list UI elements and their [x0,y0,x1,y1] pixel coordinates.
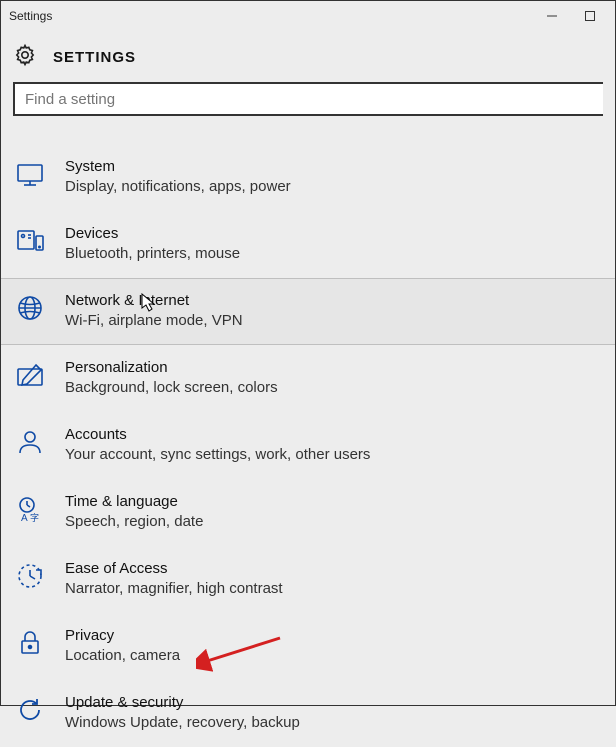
category-ease-of-access[interactable]: Ease of Access Narrator, magnifier, high… [1,546,615,613]
category-time-language[interactable]: A 字 Time & language Speech, region, date [1,479,615,546]
window-controls [533,1,609,31]
category-desc: Location, camera [65,646,603,666]
category-list: System Display, notifications, apps, pow… [1,144,615,747]
category-desc: Your account, sync settings, work, other… [65,445,603,465]
category-title: Accounts [65,425,603,445]
category-update-security[interactable]: Update & security Windows Update, recove… [1,680,615,747]
minimize-icon [547,11,557,21]
category-personalization[interactable]: Personalization Background, lock screen,… [1,345,615,412]
category-title: Devices [65,224,603,244]
settings-gear-icon [13,43,39,72]
search-box[interactable] [13,82,603,116]
devices-icon [15,226,45,256]
category-privacy[interactable]: Privacy Location, camera [1,613,615,680]
window-title: Settings [7,9,533,23]
system-icon [15,159,45,189]
category-system[interactable]: System Display, notifications, apps, pow… [1,144,615,211]
category-desc: Display, notifications, apps, power [65,177,603,197]
ease-of-access-icon [15,561,45,591]
category-title: Time & language [65,492,603,512]
category-desc: Background, lock screen, colors [65,378,603,398]
category-desc: Bluetooth, printers, mouse [65,244,603,264]
category-accounts[interactable]: Accounts Your account, sync settings, wo… [1,412,615,479]
svg-text:字: 字 [30,512,39,523]
svg-text:A: A [21,513,28,523]
search-input[interactable] [25,91,593,108]
network-icon [15,293,45,323]
category-desc: Speech, region, date [65,512,603,532]
category-title: Ease of Access [65,559,603,579]
category-title: Update & security [65,693,603,713]
category-network[interactable]: Network & Internet Wi-Fi, airplane mode,… [1,278,615,345]
category-title: System [65,157,603,177]
personalization-icon [15,360,45,390]
update-security-icon [15,695,45,725]
privacy-icon [15,628,45,658]
category-desc: Windows Update, recovery, backup [65,713,603,733]
titlebar: Settings [1,1,615,31]
category-title: Privacy [65,626,603,646]
category-desc: Narrator, magnifier, high contrast [65,579,603,599]
time-language-icon: A 字 [15,494,45,524]
header: SETTINGS [1,31,615,82]
accounts-icon [15,427,45,457]
category-title: Personalization [65,358,603,378]
page-title: SETTINGS [53,49,136,66]
category-devices[interactable]: Devices Bluetooth, printers, mouse [1,211,615,278]
maximize-icon [585,11,595,21]
maximize-button[interactable] [571,1,609,31]
category-desc: Wi-Fi, airplane mode, VPN [65,311,603,331]
minimize-button[interactable] [533,1,571,31]
category-title: Network & Internet [65,291,603,311]
